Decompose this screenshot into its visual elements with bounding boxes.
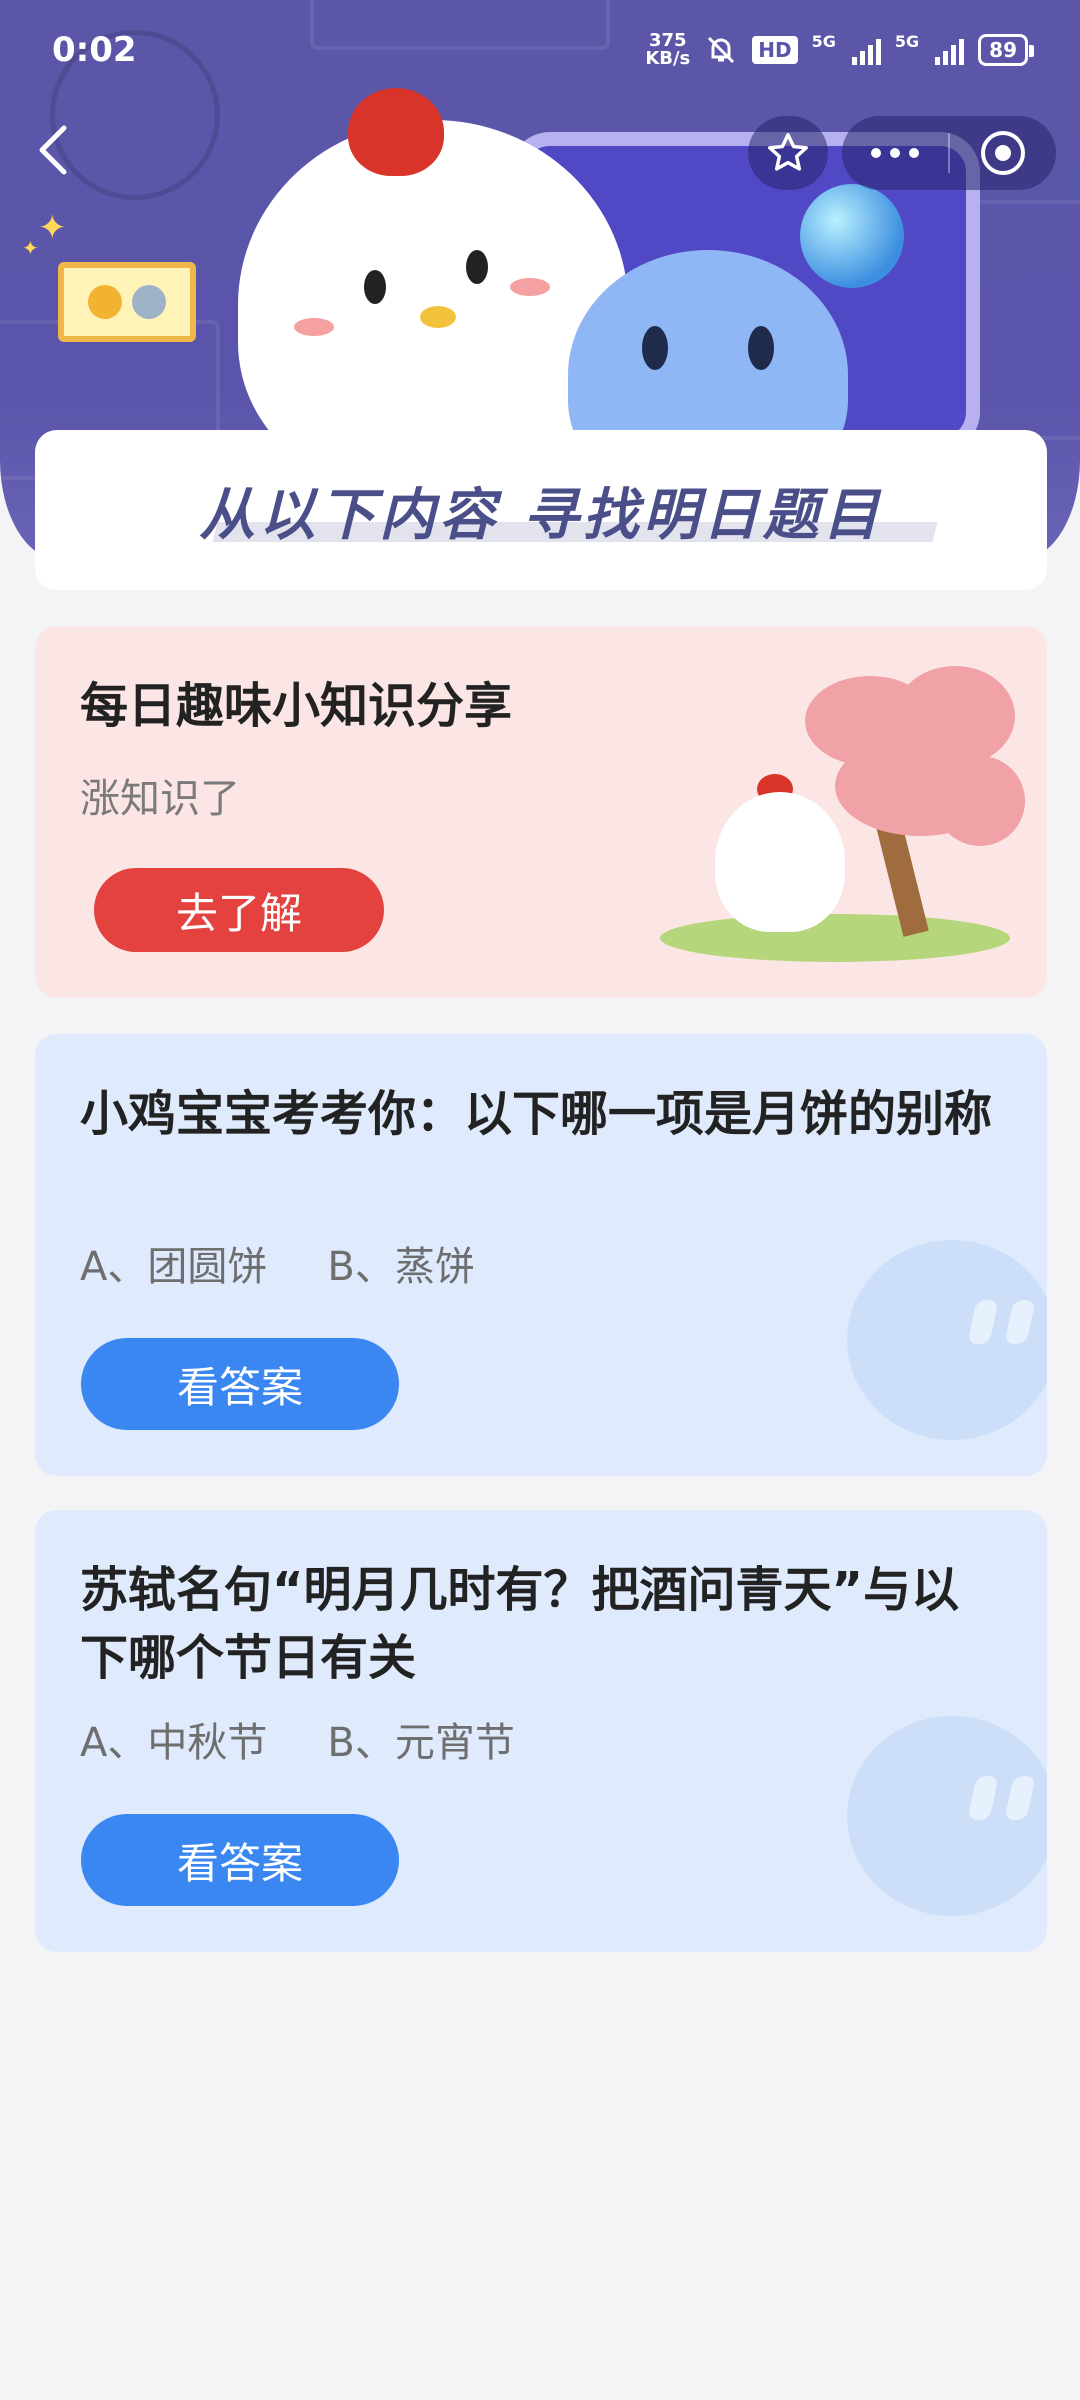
answer-options: A、中秋节 B、元宵节 [80,1710,515,1768]
section-title-card: 从以下内容 寻找明日题目 [35,430,1047,590]
answer-options: A、团圆饼 B、蒸饼 [80,1234,475,1292]
globe-illustration [800,184,904,288]
view-answer-button[interactable]: 看答案 [81,1338,399,1430]
option-b: B、蒸饼 [327,1244,475,1290]
network-type: 5G [811,32,836,51]
question-card: 小鸡宝宝考考你：以下哪一项是月饼的别称 A、团圆饼 B、蒸饼 看答案 [35,1034,1047,1476]
question-card: 苏轼名句“明月几时有？把酒问青天”与以下哪个节日有关 A、中秋节 B、元宵节 看… [35,1510,1047,1952]
option-b: B、元宵节 [327,1720,515,1766]
more-dots-icon [871,148,919,158]
section-title: 从以下内容 寻找明日题目 [199,482,883,548]
target-circle-icon [981,131,1025,175]
chicken-cheek [510,278,550,296]
medal-board-illustration [58,262,196,342]
mini-program-capsule [842,116,1056,190]
card-title: 每日趣味小知识分享 [80,678,513,734]
chicken-cheek [294,318,334,336]
chicken-eye [466,250,488,284]
card-subtitle: 涨知识了 [80,776,240,822]
view-answer-button[interactable]: 看答案 [81,1814,399,1906]
mini-chicken-illustration [715,792,845,932]
chicken-eye [364,270,386,304]
battery-icon: 89 [978,34,1034,66]
alien-eye [748,326,774,370]
learn-more-button[interactable]: 去了解 [94,868,384,952]
question-text: 苏轼名句“明月几时有？把酒问青天”与以下哪个节日有关 [80,1562,960,1686]
alien-eye [642,326,668,370]
option-a: A、团圆饼 [80,1244,268,1290]
question-text: 小鸡宝宝考考你：以下哪一项是月饼的别称 [80,1086,993,1142]
grass-illustration [660,914,1010,962]
network-type: 5G [894,32,920,51]
back-button[interactable] [24,120,84,180]
sparkle-icon: ✦ [22,236,39,260]
status-time: 0:02 [52,30,137,70]
favorite-button[interactable] [748,116,828,190]
status-bar: 0:02 375 KB/s HD 5G 5G 89 [0,0,1080,100]
tree-blossom [935,756,1025,846]
chevron-left-icon [39,125,67,175]
status-icons: 375 KB/s HD 5G 5G 89 [645,32,1034,68]
chicken-beak [420,306,456,328]
silver-medal-icon [132,285,166,319]
mute-bell-icon [708,36,735,64]
option-a: A、中秋节 [80,1720,268,1766]
sparkle-icon: ✦ [38,208,67,248]
more-button[interactable] [842,116,948,190]
gold-medal-icon [88,285,122,319]
battery-level: 89 [989,38,1017,62]
network-speed: 375 KB/s [645,32,690,68]
network-speed-unit: KB/s [645,48,691,69]
knowledge-card: 每日趣味小知识分享 涨知识了 去了解 [35,626,1047,998]
chicken-comb [348,88,444,176]
page: ✦ ✦ 0:02 375 KB/s HD 5G 5G 89 从以下内容 寻找明日… [0,0,1080,2400]
close-mini-program-button[interactable] [950,116,1056,190]
star-icon [768,133,808,171]
signal-icon [851,35,881,65]
hd-badge: HD [752,36,798,64]
signal-icon [935,35,965,65]
